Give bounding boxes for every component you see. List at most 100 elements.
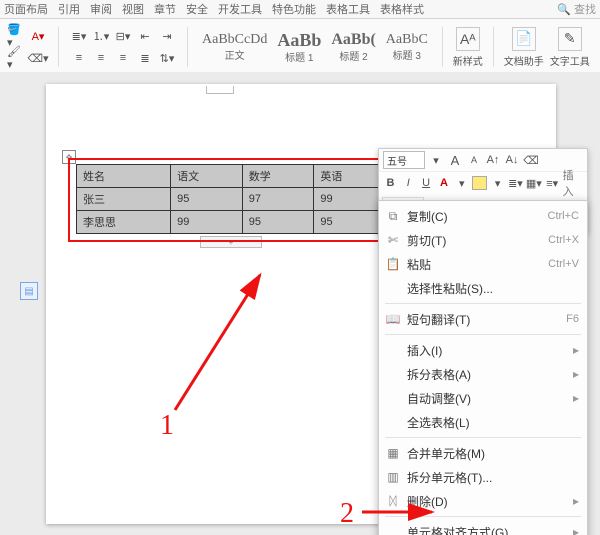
- tab-layout[interactable]: 页面布局: [4, 1, 48, 17]
- menu-item[interactable]: 📖短句翻译(T)F6: [379, 307, 587, 331]
- clear-format-icon[interactable]: ⌫▾: [28, 48, 48, 68]
- tab-table-tools[interactable]: 表格工具: [326, 1, 370, 17]
- th-chinese[interactable]: 语文: [171, 165, 243, 188]
- numbering-icon[interactable]: ⒈▾: [91, 26, 111, 46]
- align-center-icon[interactable]: ≡: [91, 48, 111, 68]
- new-style-icon: Aᴬ: [456, 27, 480, 51]
- menu-item[interactable]: 插入(I)▸: [379, 338, 587, 362]
- border-mini-icon[interactable]: ▦▾: [526, 175, 542, 191]
- submenu-arrow-icon: ▸: [573, 343, 579, 357]
- clear-icon[interactable]: ⌫: [523, 152, 539, 168]
- text-tool-button[interactable]: ✎ 文字工具: [550, 27, 590, 68]
- menu-item[interactable]: ✄ 剪切(T) Ctrl+X: [379, 228, 587, 252]
- tab-table-style[interactable]: 表格样式: [380, 1, 424, 17]
- style-h3[interactable]: AaBbC标题 3: [382, 33, 432, 62]
- menu-item[interactable]: 全选表格(L): [379, 410, 587, 434]
- line-spacing-icon[interactable]: ⇅▾: [157, 48, 177, 68]
- grow-font-icon[interactable]: A: [447, 152, 463, 168]
- style-normal[interactable]: AaBbCcDd正文: [198, 33, 271, 62]
- menu-item-icon: ▥: [385, 470, 401, 484]
- doc-helper-button[interactable]: 📄 文档助手: [504, 27, 544, 68]
- align-left-icon[interactable]: ≡: [69, 48, 89, 68]
- tab-view[interactable]: 视图: [122, 1, 144, 17]
- menu-item[interactable]: 📋粘贴Ctrl+V: [379, 252, 587, 276]
- menu-item[interactable]: ▥拆分单元格(T)...: [379, 465, 587, 489]
- dropdown-icon[interactable]: ▾: [428, 152, 444, 168]
- separator: [442, 27, 443, 67]
- add-row-button[interactable]: +: [200, 236, 262, 248]
- align-right-icon[interactable]: ≡: [113, 48, 133, 68]
- menu-item[interactable]: ᛞ删除(D)▸: [379, 489, 587, 513]
- ribbon-tabs: 页面布局 引用 审阅 视图 章节 安全 开发工具 特色功能 表格工具 表格样式 …: [0, 0, 600, 19]
- menu-item-label: 剪切(T): [407, 232, 446, 249]
- menu-item-shortcut: Ctrl+C: [548, 210, 579, 222]
- bold-button[interactable]: B: [383, 175, 398, 191]
- search-box[interactable]: 🔍 查找: [557, 1, 596, 17]
- paragraph-group: ≣▾ ⒈▾ ⊟▾ ⇤ ⇥ ≡ ≡ ≡ ≣ ⇅▾: [69, 26, 177, 68]
- subscript-icon[interactable]: A↓: [504, 152, 520, 168]
- dropdown-icon[interactable]: ▾: [490, 175, 505, 191]
- italic-button[interactable]: I: [401, 175, 416, 191]
- new-style-button[interactable]: Aᴬ 新样式: [453, 27, 483, 68]
- bullets-mini-icon[interactable]: ≣▾: [508, 175, 523, 191]
- menu-item[interactable]: ⧉复制(C)Ctrl+C: [379, 204, 587, 228]
- font-size-select[interactable]: 五号: [383, 151, 425, 169]
- separator: [493, 27, 494, 67]
- submenu-arrow-icon: ▸: [573, 367, 579, 381]
- menu-item-icon: ✄: [385, 233, 401, 247]
- menu-item[interactable]: 单元格对齐方式(G)▸: [379, 520, 587, 535]
- menu-item-shortcut: Ctrl+X: [548, 234, 579, 246]
- menu-item-label: 自动调整(V): [407, 390, 471, 407]
- style-h2[interactable]: AaBb(标题 2: [327, 32, 379, 63]
- tab-features[interactable]: 特色功能: [272, 1, 316, 17]
- menu-item-icon: 📋: [385, 257, 401, 271]
- menu-item-icon: ▦: [385, 446, 401, 460]
- menu-item[interactable]: 自动调整(V) ▸: [379, 386, 587, 410]
- bullets-icon[interactable]: ≣▾: [69, 26, 89, 46]
- style-h1[interactable]: AaBb标题 1: [273, 31, 325, 64]
- menu-item-label: 复制(C): [407, 208, 448, 225]
- th-name[interactable]: 姓名: [77, 165, 171, 188]
- menu-item-label: 全选表格(L): [407, 414, 470, 431]
- font-color-button[interactable]: A: [437, 175, 452, 191]
- menu-item-label: 拆分表格(A): [407, 366, 471, 383]
- menu-item[interactable]: ▦ 合并单元格(M): [379, 441, 587, 465]
- table-select-handle[interactable]: ✥: [62, 150, 76, 164]
- tab-security[interactable]: 安全: [186, 1, 208, 17]
- underline-button[interactable]: U: [419, 175, 434, 191]
- menu-item[interactable]: 拆分表格(A) ▸: [379, 362, 587, 386]
- indent-left-icon[interactable]: ⇤: [135, 26, 155, 46]
- submenu-arrow-icon: ▸: [573, 525, 579, 535]
- indent-right-icon[interactable]: ⇥: [157, 26, 177, 46]
- table-row[interactable]: 张三 95 97 99: [77, 188, 386, 211]
- tab-review[interactable]: 审阅: [90, 1, 112, 17]
- multilevel-icon[interactable]: ⊟▾: [113, 26, 133, 46]
- highlight-button[interactable]: [472, 176, 487, 190]
- tab-chapter[interactable]: 章节: [154, 1, 176, 17]
- insert-mini-button[interactable]: 插入: [563, 167, 583, 199]
- align-justify-icon[interactable]: ≣: [135, 48, 155, 68]
- font-color-icon[interactable]: A▾: [28, 26, 48, 46]
- submenu-arrow-icon: ▸: [573, 391, 579, 405]
- dropdown-icon[interactable]: ▾: [454, 175, 469, 191]
- format-painter-icon[interactable]: 🖌▾: [6, 48, 26, 68]
- table-wrapper: ✥ 姓名 语文 数学 英语 张三 95 97 99 李思思 99 95: [76, 164, 386, 234]
- tab-developer[interactable]: 开发工具: [218, 1, 262, 17]
- th-english[interactable]: 英语: [314, 165, 386, 188]
- tab-references[interactable]: 引用: [58, 1, 80, 17]
- th-math[interactable]: 数学: [242, 165, 314, 188]
- menu-item-label: 合并单元格(M): [407, 445, 485, 462]
- superscript-icon[interactable]: A↑: [485, 152, 501, 168]
- bucket-fill-icon[interactable]: 🪣▾: [6, 26, 26, 46]
- menu-item-label: 选择性粘贴(S)...: [407, 280, 493, 297]
- table-row[interactable]: 李思思 99 95 95: [77, 211, 386, 234]
- menu-item[interactable]: 选择性粘贴(S)...: [379, 276, 587, 300]
- data-table[interactable]: 姓名 语文 数学 英语 张三 95 97 99 李思思 99 95 95: [76, 164, 386, 234]
- outline-icon[interactable]: ▤: [20, 282, 38, 300]
- align-mini-icon[interactable]: ≡▾: [545, 175, 560, 191]
- annotation-number-2: 2: [340, 498, 354, 530]
- text-tool-icon: ✎: [558, 27, 582, 51]
- menu-item-icon: 📖: [385, 312, 401, 326]
- shrink-font-icon[interactable]: A: [466, 152, 482, 168]
- styles-group: AaBbCcDd正文 AaBb标题 1 AaBb(标题 2 AaBbC标题 3: [198, 31, 432, 64]
